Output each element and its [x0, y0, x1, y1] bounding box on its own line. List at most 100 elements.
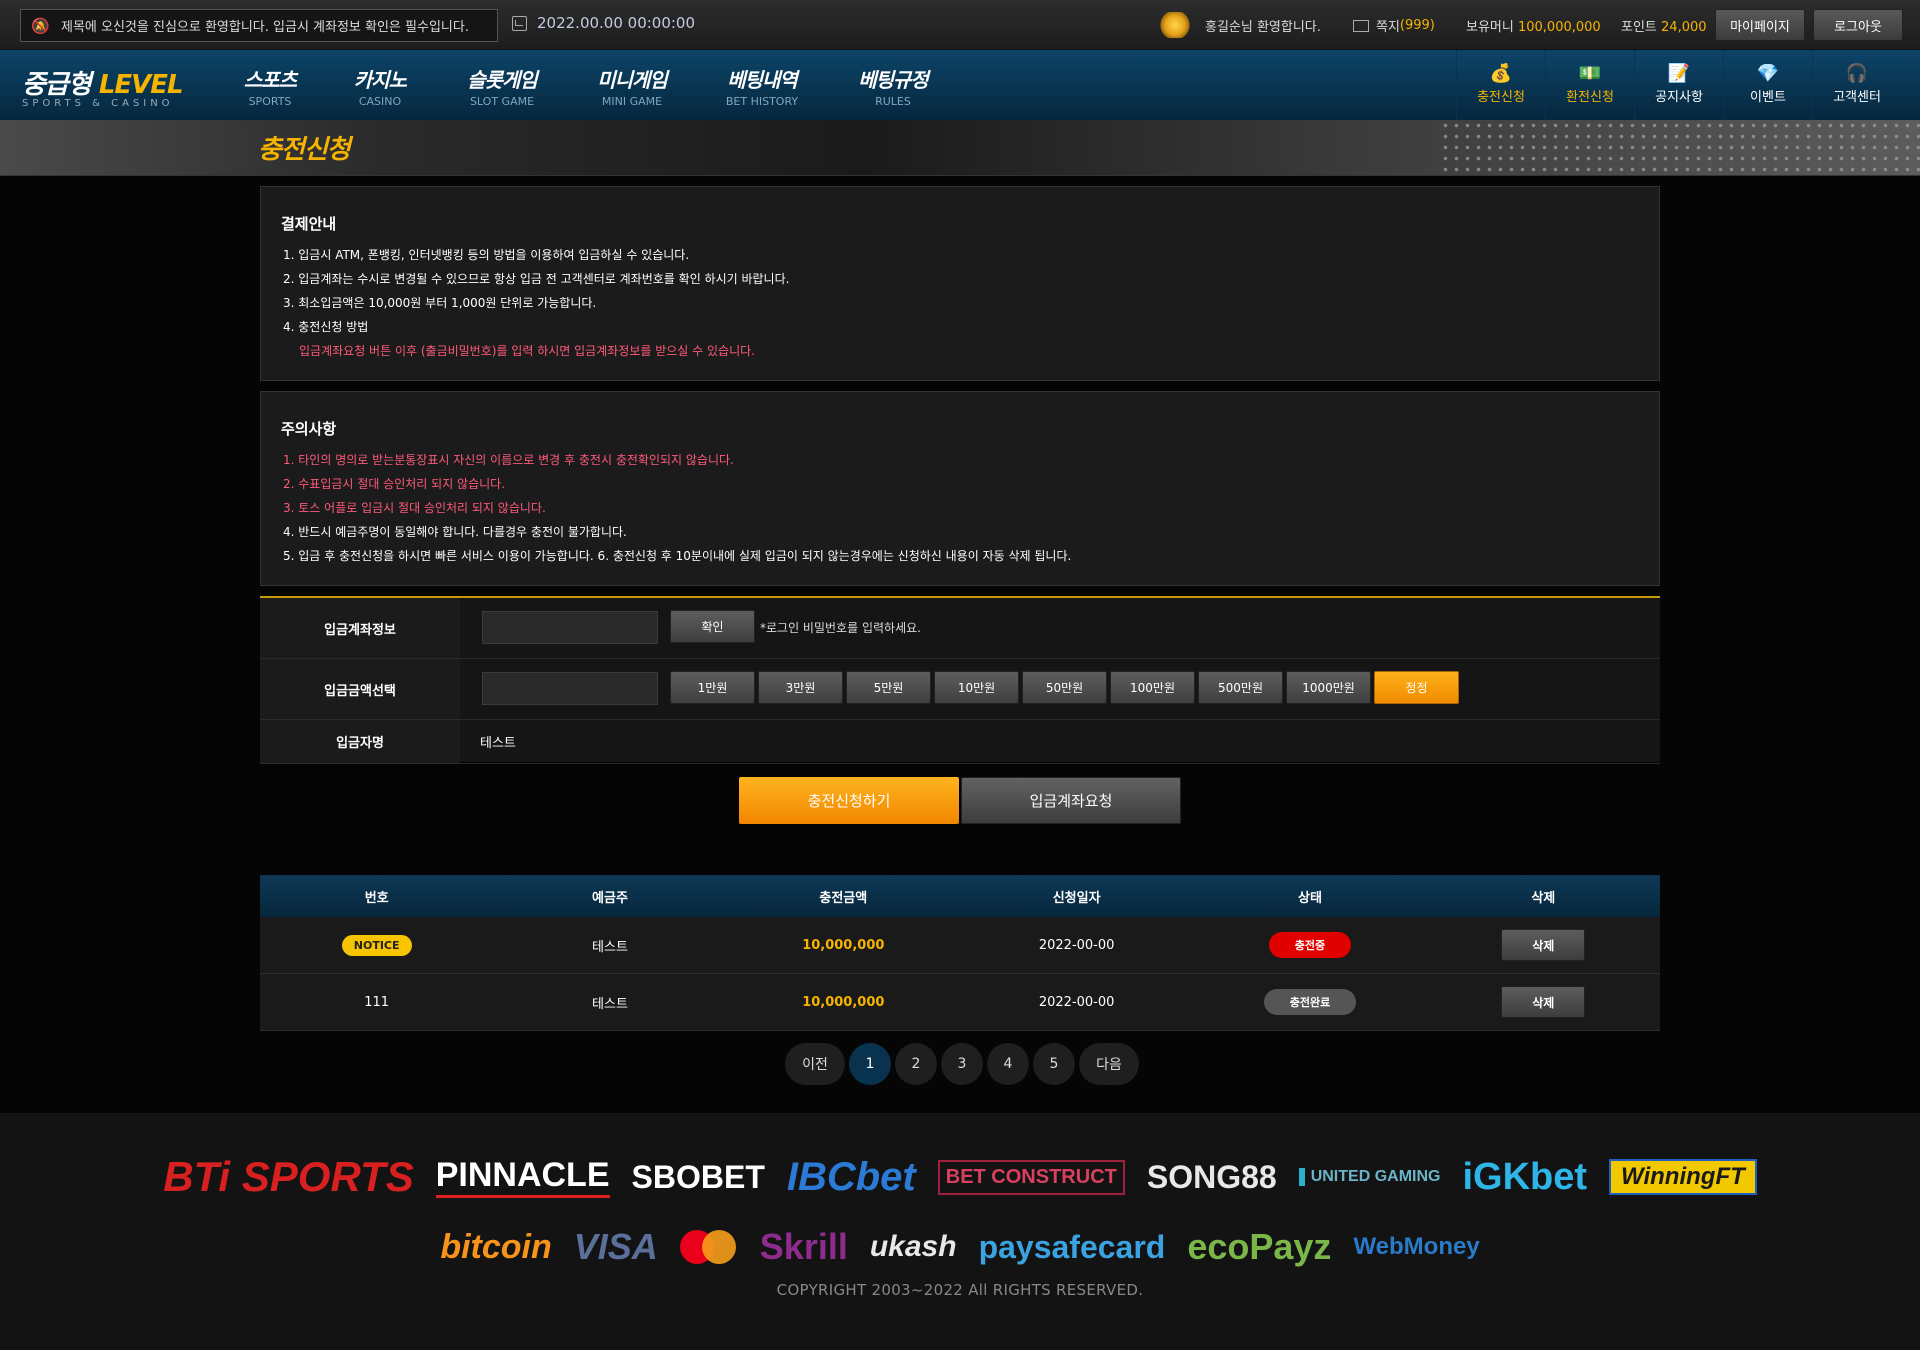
amount-button-5[interactable]: 5만원	[846, 671, 931, 704]
quick-deposit[interactable]: 💰 충전신청	[1456, 50, 1545, 120]
amount-button-3[interactable]: 3만원	[758, 671, 843, 704]
payment-logos: bitcoin VISA Skrill ukash paysafecard ec…	[0, 1222, 1920, 1272]
clock-text: 2022.00.00 00:00:00	[537, 14, 696, 32]
col-header: 상태	[1298, 890, 1322, 906]
prev-page-button[interactable]: 이전	[785, 1043, 845, 1085]
point-label: 포인트	[1621, 20, 1657, 35]
site-logo[interactable]: 중급형 LEVEL SPORTS & CASINO	[22, 64, 184, 109]
menu-label: 카지노	[353, 68, 407, 92]
notice-marquee: 🔕 제목에 오신것을 진심으로 환영합니다. 입금시 계좌정보 확인은 필수입니…	[20, 9, 498, 42]
confirm-button[interactable]: 확인	[670, 610, 755, 643]
list-item: 3. 토스 어플로 입금시 절대 승인처리 되지 않습니다.	[283, 501, 546, 515]
menu-bet-history[interactable]: 베팅내역 BET HISTORY	[722, 64, 802, 108]
menu-sublabel: RULES	[875, 95, 911, 108]
payment-info-title: 결제안내	[281, 215, 337, 233]
payment-logo: bitcoin	[440, 1227, 552, 1266]
table-header: 번호 예금주 충전금액 신청일자 상태 삭제	[260, 875, 1660, 917]
quick-event[interactable]: 💎 이벤트	[1723, 50, 1812, 120]
delete-button[interactable]: 삭제	[1501, 986, 1586, 1018]
menu-label: 베팅내역	[727, 68, 798, 92]
request-account-button[interactable]: 입금계좌요청	[961, 777, 1181, 824]
menu-sublabel: CASINO	[358, 95, 402, 108]
top-bar: 🔕 제목에 오신것을 진심으로 환영합니다. 입금시 계좌정보 확인은 필수입니…	[0, 0, 1920, 50]
cell-name: 테스트	[592, 996, 628, 1012]
partner-logo: SONG88	[1146, 1158, 1277, 1195]
payment-logo: WebMoney	[1353, 1233, 1480, 1260]
page-button-1[interactable]: 1	[849, 1043, 891, 1085]
pagination: 이전 1 2 3 4 5 다음	[785, 1043, 1143, 1085]
amount-button-1[interactable]: 1만원	[670, 671, 755, 704]
quick-label: 충전신청	[1477, 90, 1525, 105]
amount-input[interactable]	[482, 672, 658, 705]
partner-logo: WinningFT	[1609, 1159, 1757, 1195]
form-row-depositor: 입금자명 테스트	[260, 720, 1660, 764]
money-label: 보유머니	[1466, 20, 1514, 35]
payment-logo: paysafecard	[978, 1228, 1166, 1265]
message-count: (999)	[1399, 18, 1435, 33]
page-button-4[interactable]: 4	[987, 1043, 1029, 1085]
status-badge: 충전중	[1268, 932, 1352, 958]
menu-casino[interactable]: 카지노 CASINO	[350, 64, 410, 108]
table-row: 111 테스트 10,000,000 2022-00-00 충전완료 삭제	[260, 974, 1660, 1031]
partner-logo: BTi SPORTS	[163, 1153, 414, 1200]
menu-label: 스포츠	[243, 68, 297, 92]
money-display: 보유머니 100,000,000	[1466, 16, 1601, 35]
account-hint: *로그인 비밀번호를 입력하세요.	[760, 621, 921, 635]
clock: 2022.00.00 00:00:00	[512, 14, 695, 32]
partner-logo: iGKbet	[1462, 1155, 1588, 1198]
partner-logo: SBOBET	[631, 1158, 765, 1195]
user-welcome: 홍길순님 환영합니다.	[1155, 12, 1321, 38]
caution-title: 주의사항	[281, 420, 337, 438]
page-button-3[interactable]: 3	[941, 1043, 983, 1085]
next-page-button[interactable]: 다음	[1079, 1043, 1139, 1085]
support-icon: 🎧	[1845, 63, 1869, 84]
logout-button[interactable]: 로그아웃	[1813, 9, 1903, 41]
list-item: 2. 입금계좌는 수시로 변경될 수 있으므로 항상 입금 전 고객센터로 계좌…	[283, 272, 790, 286]
list-item: 5. 입금 후 충전신청을 하시면 빠른 서비스 이용이 가능합니다. 6. 충…	[283, 549, 1072, 563]
menu-slot[interactable]: 슬롯게임 SLOT GAME	[462, 64, 542, 108]
list-item: 1. 입금시 ATM, 폰뱅킹, 인터넷뱅킹 등의 방법을 이용하여 입금하실 …	[283, 248, 690, 262]
status-badge: 충전완료	[1263, 989, 1357, 1015]
cell-no: 111	[364, 994, 390, 1010]
col-header: 신청일자	[1052, 890, 1101, 906]
menu-label: 미니게임	[597, 68, 668, 92]
depositor-value: 테스트	[480, 736, 516, 751]
amount-button-100[interactable]: 100만원	[1110, 671, 1195, 704]
account-label: 입금계좌정보	[260, 598, 460, 658]
quick-label: 공지사항	[1655, 90, 1703, 105]
amount-button-500[interactable]: 500만원	[1198, 671, 1283, 704]
payment-logo: ecoPayz	[1187, 1226, 1332, 1267]
account-password-input[interactable]	[482, 611, 658, 644]
level-medal-icon	[1155, 12, 1195, 38]
logo-sub: SPORTS & CASINO	[22, 98, 174, 109]
delete-button[interactable]: 삭제	[1501, 929, 1586, 961]
partner-logo: PINNACLE	[435, 1156, 610, 1198]
menu-sports[interactable]: 스포츠 SPORTS	[240, 64, 300, 108]
menu-minigame[interactable]: 미니게임 MINI GAME	[592, 64, 672, 108]
submit-deposit-button[interactable]: 충전신청하기	[739, 777, 959, 824]
cell-amount: 10,000,000	[802, 994, 885, 1010]
envelope-icon	[1353, 19, 1369, 32]
mastercard-logo	[679, 1230, 738, 1264]
point-value: 24,000	[1661, 20, 1707, 35]
amount-button-1000[interactable]: 1000만원	[1286, 671, 1371, 704]
quick-label: 이벤트	[1750, 90, 1786, 105]
amount-button-10[interactable]: 10만원	[934, 671, 1019, 704]
quick-notice[interactable]: 📝 공지사항	[1634, 50, 1723, 120]
calendar-icon	[512, 15, 527, 31]
page-button-5[interactable]: 5	[1033, 1043, 1075, 1085]
quick-support[interactable]: 🎧 고객센터	[1812, 50, 1901, 120]
menu-label: 슬롯게임	[467, 68, 538, 92]
reset-button[interactable]: 정정	[1374, 671, 1459, 704]
page-button-2[interactable]: 2	[895, 1043, 937, 1085]
quick-withdraw[interactable]: 💵 환전신청	[1545, 50, 1634, 120]
mypage-button[interactable]: 마이페이지	[1715, 9, 1805, 41]
cell-name: 테스트	[592, 939, 628, 955]
amount-button-50[interactable]: 50만원	[1022, 671, 1107, 704]
list-item: 4. 충전신청 방법	[283, 320, 369, 334]
deposit-form: 입금계좌정보 확인 *로그인 비밀번호를 입력하세요. 입금금액선택 1만원 3…	[260, 596, 1660, 764]
partner-logo: BET CONSTRUCT	[937, 1159, 1125, 1195]
col-header: 충전금액	[819, 890, 868, 906]
menu-rules[interactable]: 베팅규정 RULES	[853, 64, 933, 108]
message-link[interactable]: 쪽지 (999)	[1353, 16, 1435, 35]
